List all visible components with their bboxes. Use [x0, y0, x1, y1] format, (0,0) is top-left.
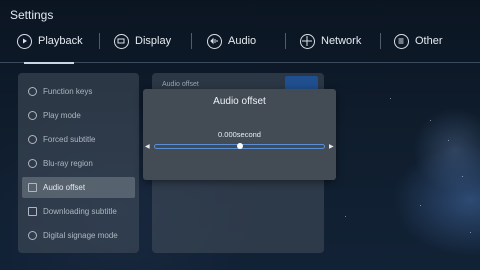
- tab-label: Audio: [228, 35, 257, 47]
- tab-bar: Playback Display Audio Network Other: [0, 28, 480, 54]
- menu-item-label: Digital signage mode: [43, 231, 118, 240]
- play-mode-icon: [28, 111, 37, 120]
- star: [448, 140, 449, 141]
- playback-menu: Function keys Play mode Forced subtitle …: [18, 73, 139, 253]
- tab-label: Playback: [38, 35, 83, 47]
- offset-value: 0.000second: [218, 130, 261, 139]
- tab-display[interactable]: Display: [114, 28, 171, 54]
- display-icon: [114, 33, 129, 49]
- download-subtitle-icon: [28, 207, 37, 216]
- setting-label: Audio offset: [162, 81, 199, 88]
- decrease-arrow-icon[interactable]: ◀: [145, 143, 150, 150]
- star: [420, 205, 421, 206]
- tab-divider: [285, 33, 286, 49]
- app-title: Settings: [10, 8, 54, 22]
- slider-knob[interactable]: [236, 143, 243, 149]
- star: [470, 232, 471, 233]
- menu-item-label: Function keys: [43, 87, 93, 96]
- bluray-icon: [28, 159, 37, 168]
- tab-label: Network: [321, 35, 362, 47]
- tab-other[interactable]: Other: [394, 28, 443, 54]
- star: [430, 120, 431, 121]
- play-icon: [17, 33, 32, 49]
- menu-item-label: Audio offset: [43, 183, 86, 192]
- audio-offset-dialog: Audio offset 0.000second ◀ ▶: [143, 89, 336, 180]
- tab-underline: [0, 62, 480, 64]
- menu-item-forced-subtitle[interactable]: Forced subtitle: [22, 129, 135, 150]
- other-icon: [394, 33, 409, 49]
- menu-item-label: Downloading subtitle: [43, 207, 117, 216]
- tab-label: Display: [135, 35, 172, 47]
- tab-audio[interactable]: Audio: [207, 28, 256, 54]
- menu-item-downloading-subtitle[interactable]: Downloading subtitle: [22, 201, 135, 222]
- menu-item-label: Blu-ray region: [43, 159, 93, 168]
- tab-label: Other: [415, 35, 443, 47]
- menu-item-bluray-region[interactable]: Blu-ray region: [22, 153, 135, 174]
- star: [390, 98, 391, 99]
- tab-divider: [191, 33, 192, 49]
- tab-network[interactable]: Network: [300, 28, 361, 54]
- audio-offset-icon: [28, 183, 37, 192]
- menu-item-function-keys[interactable]: Function keys: [22, 81, 135, 102]
- menu-item-audio-offset[interactable]: Audio offset: [22, 177, 135, 198]
- subtitle-icon: [28, 135, 37, 144]
- star: [462, 176, 463, 177]
- menu-item-digital-signage[interactable]: Digital signage mode: [22, 225, 135, 246]
- tab-playback[interactable]: Playback: [17, 28, 83, 54]
- tab-divider: [99, 33, 100, 49]
- network-icon: [300, 33, 315, 49]
- dialog-title: Audio offset: [213, 96, 266, 107]
- signage-icon: [28, 231, 37, 240]
- function-keys-icon: [28, 87, 37, 96]
- increase-arrow-icon[interactable]: ▶: [329, 143, 334, 150]
- menu-item-play-mode[interactable]: Play mode: [22, 105, 135, 126]
- menu-item-label: Forced subtitle: [43, 135, 96, 144]
- tab-divider: [380, 33, 381, 49]
- audio-icon: [207, 33, 222, 49]
- menu-item-label: Play mode: [43, 111, 81, 120]
- star: [345, 216, 346, 217]
